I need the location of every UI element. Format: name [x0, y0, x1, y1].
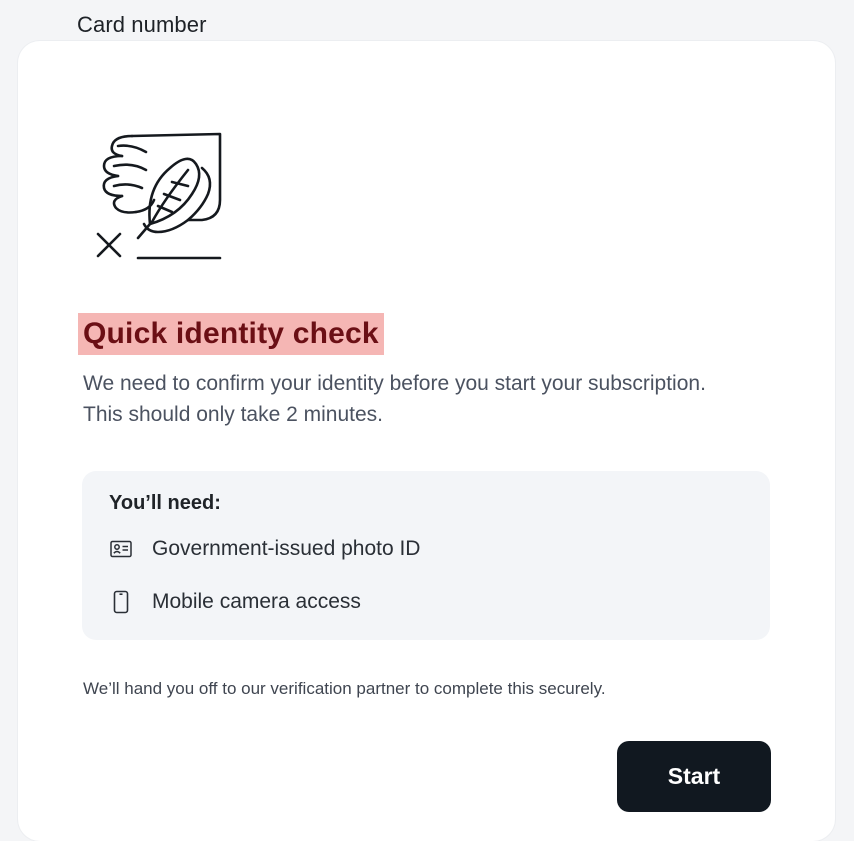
card-number-label: Card number — [77, 12, 207, 37]
requirements-panel: You’ll need: Government-issued photo ID … — [82, 471, 770, 640]
handoff-note: We’ll hand you off to our verification p… — [83, 679, 606, 698]
requirement-item-camera: Mobile camera access — [109, 588, 361, 616]
id-card-icon — [109, 537, 133, 561]
signature-document-icon — [92, 128, 228, 264]
requirement-label: Mobile camera access — [152, 590, 361, 613]
requirements-title: You’ll need: — [109, 492, 221, 514]
requirement-item-photo-id: Government-issued photo ID — [109, 535, 420, 563]
start-button[interactable]: Start — [617, 741, 771, 812]
page-title: Quick identity check — [83, 317, 379, 350]
mobile-phone-icon — [109, 590, 133, 614]
description-text: We need to confirm your identity before … — [83, 372, 706, 426]
requirement-label: Government-issued photo ID — [152, 537, 421, 560]
title-highlight: Quick identity check — [78, 313, 384, 355]
